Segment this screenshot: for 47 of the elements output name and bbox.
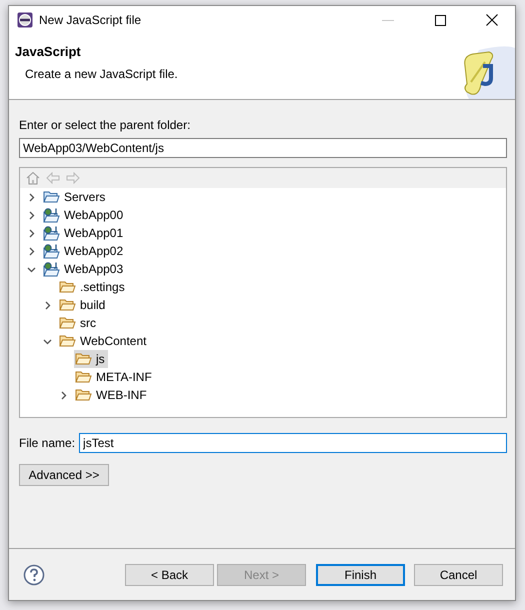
project-folder-icon: [43, 262, 60, 276]
project-folder-icon: [43, 226, 60, 240]
dialog-button[interactable]: < Back: [125, 564, 214, 586]
maximize-icon: [434, 14, 446, 26]
chevron-right-icon[interactable]: [42, 300, 52, 310]
parent-folder-label: Enter or select the parent folder:: [19, 118, 192, 132]
chevron-down-icon[interactable]: [42, 336, 52, 346]
file-name-label: File name:: [19, 436, 76, 450]
tree-item[interactable]: WebApp02: [42, 242, 126, 260]
file-name-field[interactable]: jsTest: [79, 433, 507, 453]
project-folder-icon: [43, 208, 60, 222]
chevron-right-icon[interactable]: [26, 246, 36, 256]
chevron-right-icon[interactable]: [26, 228, 36, 238]
folder-icon: [75, 370, 92, 384]
tree-item[interactable]: WEB-INF: [74, 386, 150, 404]
dialog-button[interactable]: Finish: [316, 564, 405, 586]
chevron-down-icon[interactable]: [26, 264, 36, 274]
tree-item[interactable]: WebApp01: [42, 224, 126, 242]
close-icon: [486, 14, 498, 26]
help-icon[interactable]: [23, 564, 45, 586]
advanced-button[interactable]: Advanced >>: [19, 464, 109, 486]
tree-item[interactable]: Servers: [42, 188, 108, 206]
tree-item[interactable]: js: [74, 350, 108, 368]
folder-icon: [75, 388, 92, 402]
page-title: JavaScript: [15, 44, 82, 59]
folder-icon: [75, 352, 92, 366]
page-description: Create a new JavaScript file.: [25, 67, 178, 81]
folder-icon: [59, 334, 76, 348]
chevron-right-icon[interactable]: [26, 192, 36, 202]
chevron-right-icon[interactable]: [26, 210, 36, 220]
parent-folder-field[interactable]: WebApp03/WebContent/js: [19, 138, 507, 158]
tree-item[interactable]: WebApp00: [42, 206, 126, 224]
chevron-right-icon[interactable]: [58, 390, 68, 400]
app-icon: [17, 12, 33, 28]
folder-icon: [59, 316, 76, 330]
folder-icon: [59, 298, 76, 312]
tree-item[interactable]: .settings: [58, 278, 128, 296]
tree-item[interactable]: src: [58, 314, 99, 332]
tree-item[interactable]: META-INF: [74, 368, 155, 386]
dialog-button[interactable]: Cancel: [414, 564, 503, 586]
folder-icon: [43, 190, 60, 204]
folder-icon: [59, 280, 76, 294]
project-folder-icon: [43, 244, 60, 258]
tree-item[interactable]: WebContent: [58, 332, 150, 350]
tree-item[interactable]: build: [58, 296, 108, 314]
window-title: New JavaScript file: [39, 13, 142, 27]
tree-item[interactable]: WebApp03: [42, 260, 126, 278]
